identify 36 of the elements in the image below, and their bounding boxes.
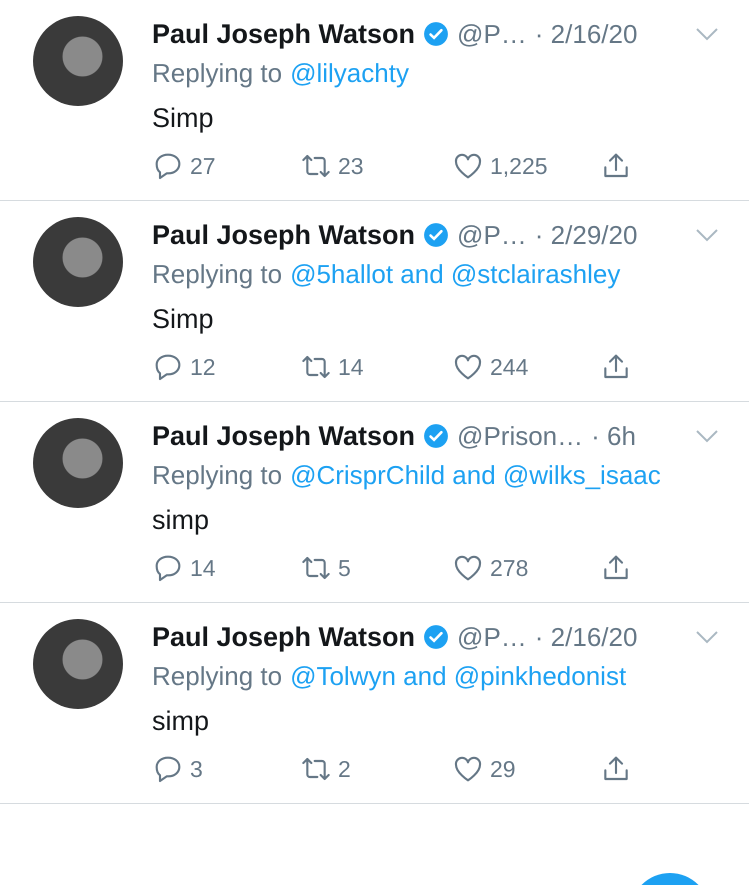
- retweet-count: 5: [338, 554, 351, 582]
- replying-label: Replying to: [152, 258, 282, 291]
- retweet-count: 2: [338, 756, 351, 782]
- like-count: 29: [490, 756, 516, 782]
- replying-label: Replying to: [152, 57, 282, 90]
- reply-count: 12: [190, 354, 216, 380]
- tweet-text: simp: [152, 705, 210, 738]
- tweet-text: simp: [152, 504, 210, 537]
- tweet[interactable]: Paul Joseph Watson @P… · 2/16/20 Replying to @lilyachty Simp 27 23 1,225: [0, 0, 749, 201]
- tweet-time: · 2/16/20: [534, 18, 638, 50]
- like-count: 244: [490, 354, 528, 380]
- tweet-time: · 2/16/20: [534, 622, 638, 652]
- author-name: Paul Joseph Watson: [152, 420, 416, 452]
- reply-count: 27: [190, 152, 216, 180]
- reply-count: 14: [190, 554, 216, 582]
- author-name: Paul Joseph Watson: [152, 622, 416, 652]
- tweet-text: Simp: [152, 102, 215, 135]
- author-handle: @P…: [457, 18, 527, 50]
- replying-label: Replying to: [152, 660, 282, 693]
- tweet[interactable]: Paul Joseph Watson @P… · 2/16/20 Replying to @Tolwyn and @pinkhedonist simp 3 2 29: [0, 603, 749, 804]
- like-count: 1,225: [490, 152, 548, 180]
- author-name: Paul Joseph Watson: [152, 18, 416, 50]
- replying-label: Replying to: [152, 459, 282, 492]
- like-count: 278: [490, 554, 528, 582]
- retweet-count: 14: [338, 354, 364, 380]
- tweet-time: · 2/29/20: [534, 220, 638, 250]
- retweet-count: 23: [338, 152, 364, 180]
- author-name: Paul Joseph Watson: [152, 220, 416, 250]
- author-handle: @P…: [457, 220, 527, 250]
- tweet[interactable]: Paul Joseph Watson @P… · 2/29/20 Replying to @5hallot and @stclairashley Simp 12 14 244: [0, 201, 749, 402]
- author-handle: @Prison…: [457, 420, 584, 452]
- tweet-text: Simp: [152, 303, 215, 336]
- tweet[interactable]: Paul Joseph Watson @Prison… · 6h Replying to @CrisprChild and @wilks_isaac simp 14 5 278: [0, 402, 749, 603]
- reply-count: 3: [190, 756, 203, 782]
- tweet-time: · 6h: [591, 420, 636, 452]
- author-handle: @P…: [457, 622, 527, 652]
